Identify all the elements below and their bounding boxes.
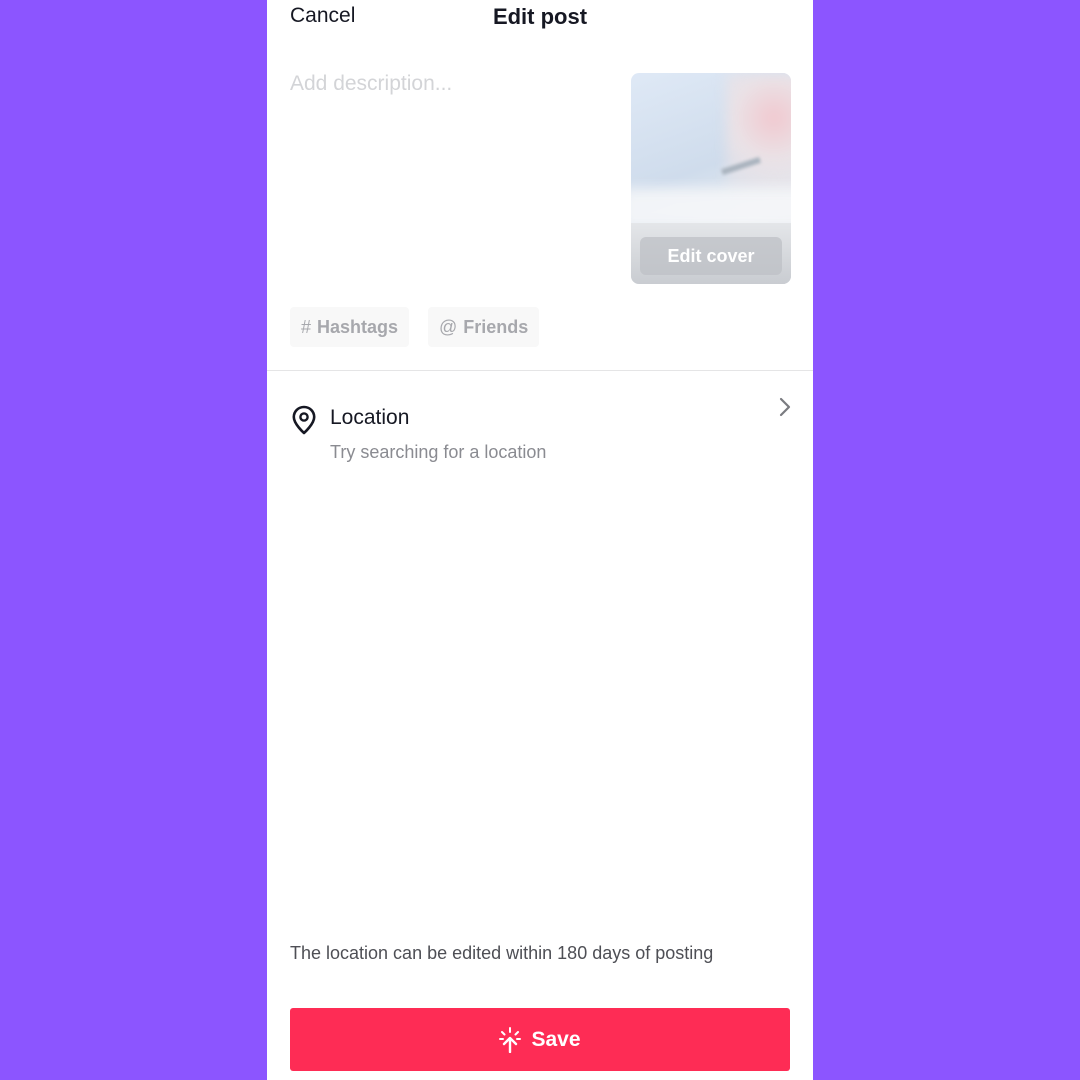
- save-button[interactable]: Save: [290, 1008, 790, 1071]
- cover-image-blur: [631, 188, 791, 228]
- upload-sparkle-icon: [499, 1026, 522, 1053]
- chip-label: Hashtags: [317, 316, 399, 337]
- location-pin-icon: [292, 405, 316, 435]
- chevron-right-icon: [779, 397, 791, 417]
- friends-chip[interactable]: @ Friends: [428, 307, 540, 347]
- edit-post-screen: Cancel Edit post Edit cover # Hashtags @…: [267, 0, 813, 1080]
- save-label: Save: [531, 1027, 581, 1051]
- page-title: Edit post: [492, 4, 588, 29]
- location-row[interactable]: Location Try searching for a location: [267, 390, 813, 480]
- location-edit-note: The location can be edited within 180 da…: [290, 943, 714, 963]
- hashtag-icon: #: [301, 316, 312, 337]
- divider: [267, 370, 813, 371]
- at-sign-icon: @: [439, 316, 458, 337]
- hashtags-chip[interactable]: # Hashtags: [290, 307, 410, 347]
- cover-thumbnail[interactable]: Edit cover: [631, 73, 791, 284]
- edit-cover-button[interactable]: Edit cover: [640, 237, 782, 275]
- location-subtitle: Try searching for a location: [330, 442, 547, 462]
- location-title: Location: [330, 406, 410, 429]
- chip-label: Friends: [463, 316, 529, 337]
- description-input[interactable]: [290, 72, 610, 272]
